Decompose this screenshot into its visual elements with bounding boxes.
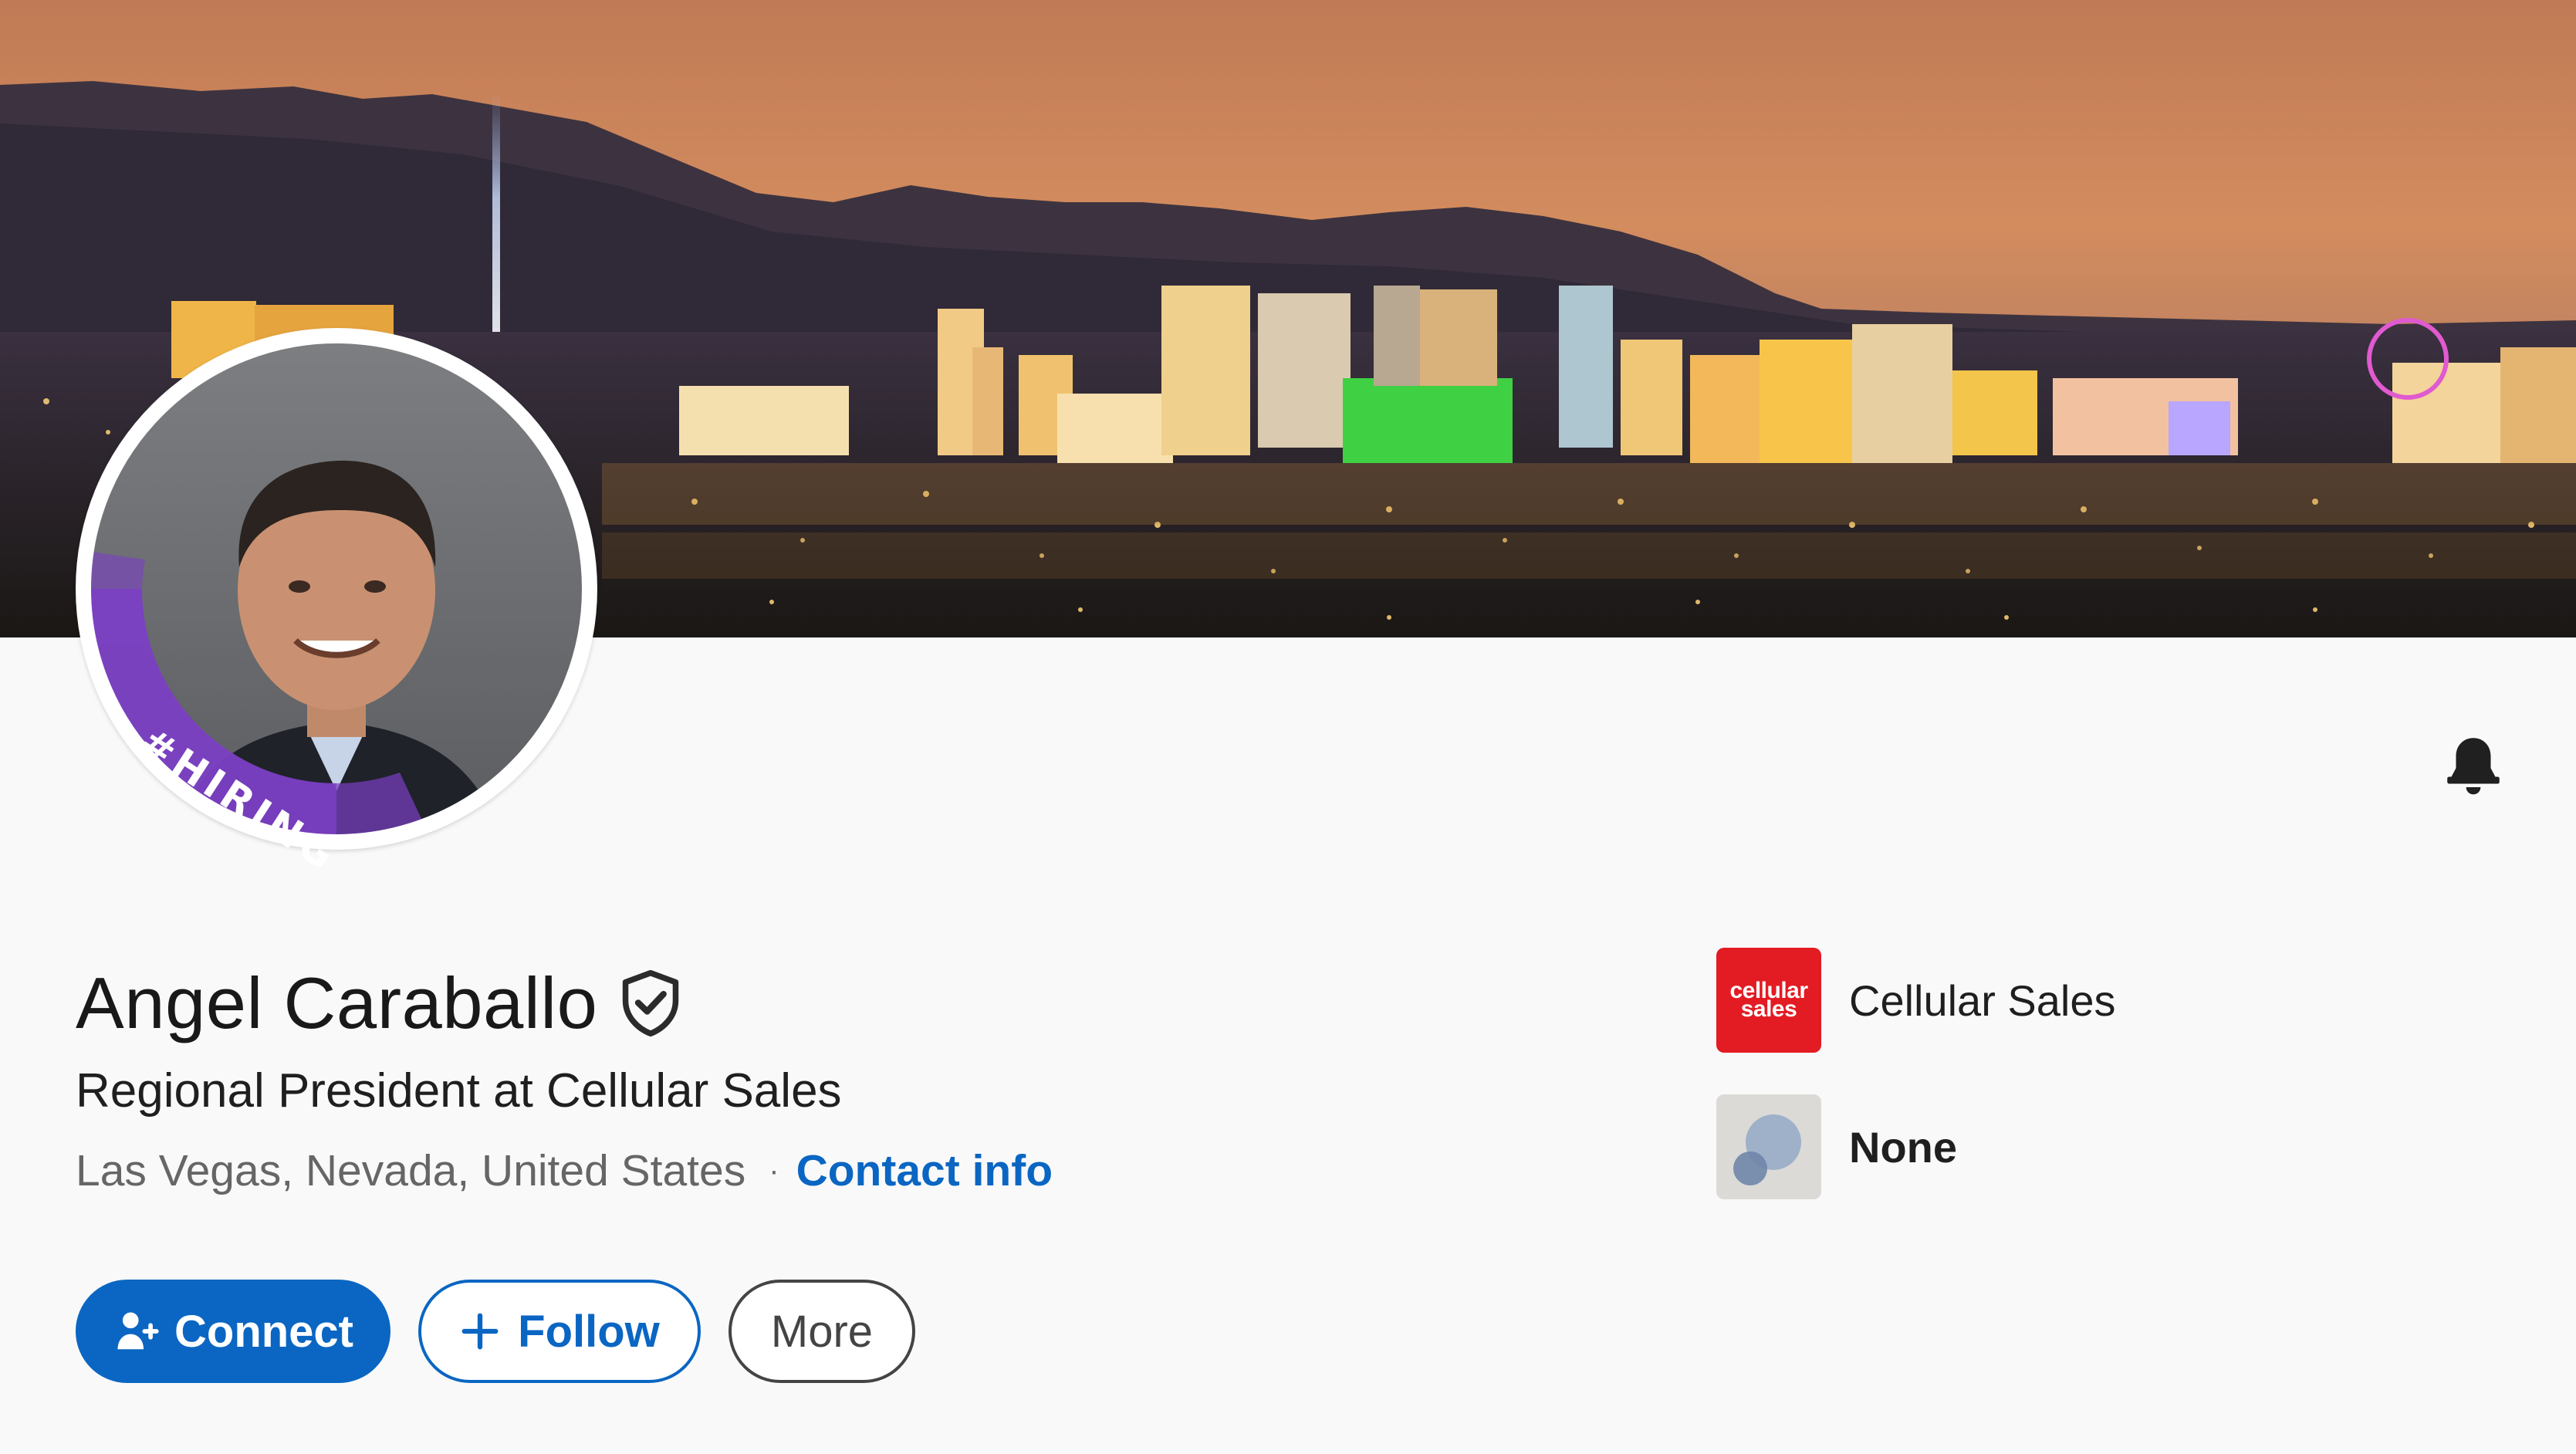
more-button[interactable]: More	[729, 1280, 915, 1383]
notification-bell-button[interactable]	[2439, 732, 2508, 801]
location-row: Las Vegas, Nevada, United States · Conta…	[76, 1145, 1053, 1196]
education-link[interactable]: None	[1716, 1094, 1957, 1199]
profile-photo[interactable]: #HIRING	[76, 328, 597, 881]
follow-button[interactable]: Follow	[418, 1280, 701, 1383]
school-name: None	[1849, 1122, 1957, 1172]
follow-button-label: Follow	[518, 1306, 660, 1357]
profile-actions: Connect Follow More	[76, 1280, 915, 1383]
bell-icon	[2447, 738, 2500, 795]
current-company-link[interactable]: cellular sales Cellular Sales	[1716, 948, 2116, 1053]
name-row: Angel Caraballo	[76, 957, 682, 1050]
company-name: Cellular Sales	[1849, 976, 2116, 1025]
profile-headline: Regional President at Cellular Sales	[76, 1064, 842, 1118]
connect-button-label: Connect	[174, 1306, 353, 1357]
plus-icon	[461, 1313, 499, 1350]
logo-text-line2: sales	[1740, 996, 1797, 1022]
profile-location: Las Vegas, Nevada, United States	[76, 1146, 746, 1195]
school-placeholder-icon	[1733, 1114, 1801, 1185]
person-add-icon	[117, 1312, 159, 1350]
contact-info-link[interactable]: Contact info	[796, 1145, 1053, 1196]
shield-check-icon[interactable]	[619, 969, 682, 1038]
separator-dot: ·	[769, 1153, 779, 1188]
connect-button[interactable]: Connect	[76, 1280, 390, 1383]
cellular-sales-logo: cellular sales	[1716, 948, 1821, 1053]
more-button-label: More	[770, 1306, 874, 1357]
profile-name: Angel Caraballo	[76, 962, 598, 1043]
profile-page: #HIRING Angel Caraballo Regional Preside…	[0, 0, 2576, 1454]
placeholder-school-logo	[1716, 1094, 1821, 1199]
